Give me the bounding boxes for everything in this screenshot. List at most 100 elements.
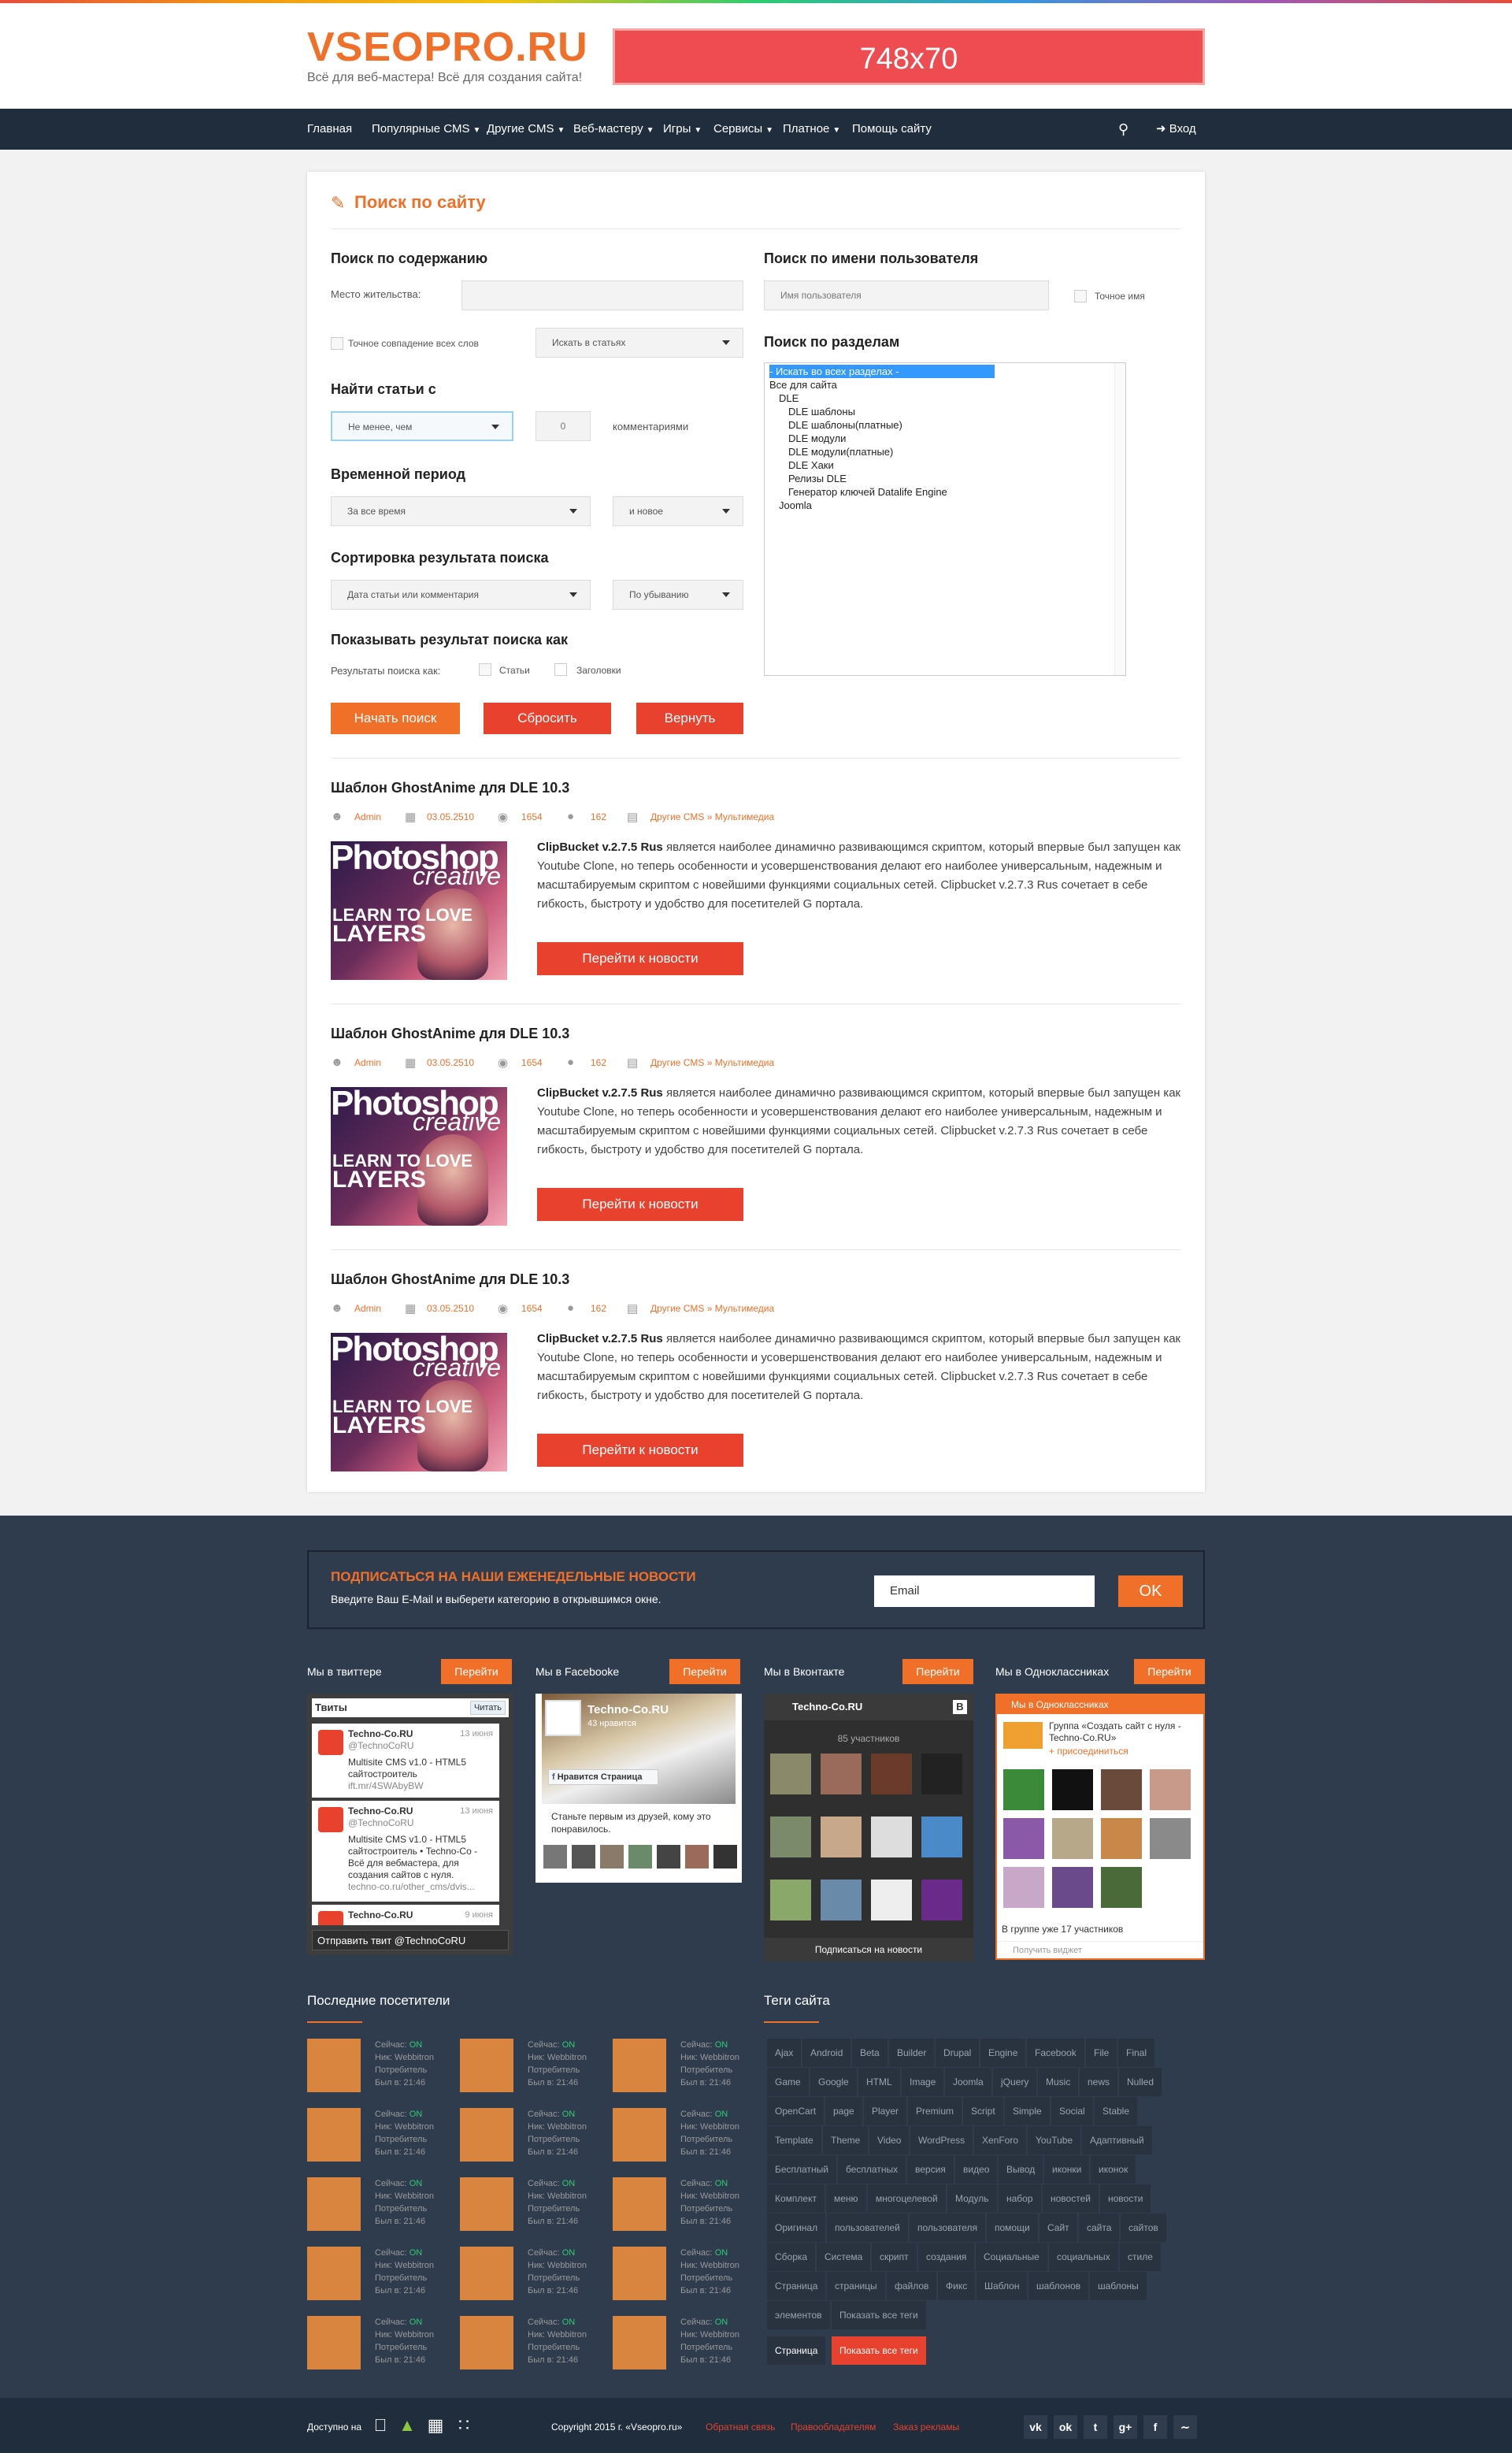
tag-item[interactable]: новости <box>1100 2184 1151 2213</box>
tag-item[interactable]: Template <box>767 2126 821 2154</box>
email-field[interactable]: Email <box>874 1575 1095 1607</box>
sections-listbox[interactable]: - Искать во всех разделах - Все для сайт… <box>764 362 1126 676</box>
tag-item[interactable]: бесплатных <box>838 2155 906 2184</box>
avatar[interactable] <box>613 2108 666 2162</box>
nav-item-services[interactable]: Сервисы ▼ <box>713 109 773 150</box>
comments-count-input[interactable]: 0 <box>536 411 591 441</box>
search-in-select[interactable]: Искать в статьях <box>536 328 743 358</box>
start-search-button[interactable]: Начать поиск <box>331 703 460 734</box>
tag-item[interactable]: Ajax <box>767 2039 802 2067</box>
show-titles-radio[interactable] <box>554 663 567 676</box>
section-option[interactable]: DLE шаблоны <box>769 405 1121 418</box>
reset-button[interactable]: Сбросить <box>484 703 611 734</box>
tweet-item[interactable]: 13 июня Techno-Co.RU @TechnoCoRU Multisi… <box>312 1801 499 1902</box>
avatar[interactable] <box>770 1880 811 1920</box>
avatar[interactable] <box>307 2316 361 2370</box>
footer-link-copyright-holders[interactable]: Правообладателям <box>791 2421 876 2433</box>
avatar[interactable] <box>460 2316 513 2370</box>
tag-item[interactable]: Music <box>1038 2068 1079 2096</box>
section-option[interactable]: - Искать во всех разделах - <box>769 365 995 378</box>
section-option[interactable]: Релизы DLE <box>769 472 1121 485</box>
section-option[interactable]: Генератор ключей Datalife Engine <box>769 485 1121 499</box>
read-more-button[interactable]: Перейти к новости <box>537 1434 743 1467</box>
avatar[interactable] <box>613 2177 666 2231</box>
tag-item[interactable]: OpenCart <box>767 2097 825 2125</box>
tag-item[interactable]: Система <box>817 2243 871 2271</box>
avatar[interactable] <box>613 2316 666 2370</box>
listbox-scrollbar[interactable] <box>1114 363 1125 675</box>
tag-item[interactable]: социальных <box>1049 2243 1118 2271</box>
tag-item[interactable]: файлов <box>887 2272 937 2300</box>
ok-group-name[interactable]: Группа «Создать сайт с нуля - Techno-Co.… <box>1049 1720 1199 1744</box>
avatar[interactable] <box>613 2039 666 2092</box>
min-comments-select[interactable]: Не менее, чем <box>331 411 513 441</box>
avatar[interactable] <box>307 2108 361 2162</box>
show-articles-radio[interactable] <box>479 663 491 676</box>
tag-item[interactable]: шаблоны <box>1090 2272 1147 2300</box>
visitor-card[interactable]: Сейчас: ON Ник: Webbitron Потребитель Был в… <box>307 2177 449 2237</box>
tag-item[interactable]: Builder <box>889 2039 935 2067</box>
visitor-card[interactable]: Сейчас: ON Ник: Webbitron Потребитель Был в… <box>460 2039 602 2099</box>
avatar[interactable] <box>307 2247 361 2300</box>
tag-item[interactable]: File <box>1086 2039 1117 2067</box>
visitor-card[interactable]: Сейчас: ON Ник: Webbitron Потребитель Был в… <box>613 2247 754 2306</box>
tag-item[interactable]: меню <box>826 2184 866 2213</box>
tag-item[interactable]: помощи <box>987 2214 1038 2242</box>
tag-item[interactable]: Оригинал <box>767 2214 826 2242</box>
site-logo[interactable]: VSEOPRO.RU <box>307 24 588 71</box>
twitter-icon[interactable]: t <box>1084 2415 1107 2439</box>
login-link[interactable]: ➜ Вход <box>1156 109 1196 150</box>
twitter-follow-button[interactable]: Читать <box>469 1701 506 1715</box>
tag-item[interactable]: Video <box>869 2126 910 2154</box>
send-tweet-button[interactable]: Отправить твит @TechnoCoRU <box>312 1930 509 1950</box>
tag-item[interactable]: Шаблон <box>976 2272 1028 2300</box>
tag-item[interactable]: Фикс <box>938 2272 976 2300</box>
facebook-like-button[interactable]: f Нравится Страница <box>548 1769 658 1785</box>
section-option[interactable]: Joomla <box>769 499 1121 512</box>
footer-link-ads[interactable]: Заказ рекламы <box>893 2421 959 2433</box>
visitor-card[interactable]: Сейчас: ON Ник: Webbitron Потребитель Был в… <box>460 2316 602 2376</box>
tag-item[interactable]: скрипт <box>872 2243 917 2271</box>
tag-item[interactable]: сайта <box>1079 2214 1120 2242</box>
ok-go-button[interactable]: Перейти <box>1134 1659 1205 1684</box>
tag-item[interactable]: Theme <box>823 2126 869 2154</box>
avatar[interactable] <box>1052 1769 1093 1810</box>
facebook-icon[interactable]: f <box>1143 2415 1167 2439</box>
tag-item[interactable]: Сборка <box>767 2243 816 2271</box>
section-option[interactable]: DLE шаблоны(платные) <box>769 418 1121 432</box>
tag-item[interactable]: XenForo <box>974 2126 1027 2154</box>
avatar[interactable] <box>460 2177 513 2231</box>
avatar[interactable] <box>1003 1818 1044 1859</box>
tag-item[interactable]: news <box>1080 2068 1118 2096</box>
tag-item[interactable]: Premium <box>908 2097 962 2125</box>
vk-go-button[interactable]: Перейти <box>902 1659 973 1684</box>
tag-item[interactable]: пользователя <box>910 2214 985 2242</box>
tag-item[interactable]: page <box>825 2097 862 2125</box>
tag-item[interactable]: Модуль <box>947 2184 997 2213</box>
vk-subscribe-button[interactable]: Подписаться на новости <box>764 1938 973 1961</box>
tag-item[interactable]: сайтов <box>1121 2214 1166 2242</box>
subscribe-ok-button[interactable]: OK <box>1118 1575 1183 1607</box>
visitor-card[interactable]: Сейчас: ON Ник: Webbitron Потребитель Был в… <box>460 2108 602 2168</box>
visitor-card[interactable]: Сейчас: ON Ник: Webbitron Потребитель Был в… <box>460 2247 602 2306</box>
tag-item[interactable]: Engine <box>980 2039 1026 2067</box>
section-option[interactable]: DLE модули <box>769 432 1121 445</box>
section-option[interactable]: DLE <box>769 392 1121 405</box>
nav-item-popular-cms[interactable]: Популярные CMS ▼ <box>372 109 480 150</box>
period-select[interactable]: За все время <box>331 496 591 526</box>
nav-item-help[interactable]: Помощь сайту <box>852 109 932 150</box>
tag-item[interactable]: многоцелевой <box>868 2184 946 2213</box>
facebook-cover[interactable]: Techno-Co.RU 43 нравится f Нравится Стра… <box>542 1694 736 1804</box>
avatar[interactable] <box>871 1880 912 1920</box>
tag-item[interactable]: WordPress <box>910 2126 973 2154</box>
avatar[interactable] <box>1003 1769 1044 1810</box>
section-option[interactable]: Все для сайта <box>769 378 1121 392</box>
avatar[interactable] <box>1101 1867 1142 1908</box>
tag-item[interactable]: YouTube <box>1028 2126 1081 2154</box>
nav-item-paid[interactable]: Платное ▼ <box>783 109 840 150</box>
article-category[interactable]: Другие CMS » Мультимедиа <box>650 1057 774 1068</box>
ok-get-widget-link[interactable]: Получить виджет <box>997 1941 1203 1958</box>
article-author[interactable]: Admin <box>354 811 381 822</box>
tag-item[interactable]: видео <box>955 2155 998 2184</box>
avatar[interactable] <box>821 1880 862 1920</box>
